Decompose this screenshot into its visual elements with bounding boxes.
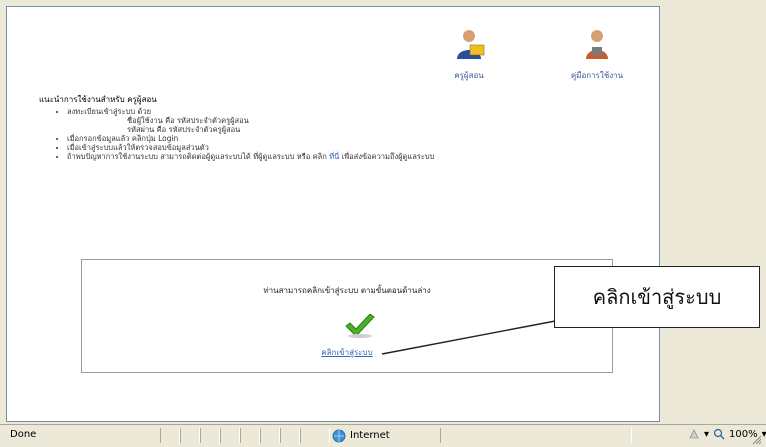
contact-link[interactable]: ที่นี่ xyxy=(329,152,339,161)
security-zone[interactable]: Internet xyxy=(332,428,390,443)
login-box: ท่านสามารถคลิกเข้าสู่ระบบ ตามขั้นตอนด้าน… xyxy=(81,259,613,373)
dropdown-arrow-icon: ▾ xyxy=(704,428,710,440)
content-panel: ครูผู้สอน คู่มือการใช้งาน แนะนำการใช้งาน… xyxy=(35,21,655,411)
login-message: ท่านสามารถคลิกเข้าสู่ระบบ ตามขั้นตอนด้าน… xyxy=(263,286,431,295)
status-cell xyxy=(300,428,330,443)
status-text: Done xyxy=(10,429,37,440)
manual-link-label: คู่มือการใช้งาน xyxy=(570,71,624,80)
protected-mode-icon xyxy=(689,429,699,439)
zoom-icon xyxy=(713,428,725,440)
login-link[interactable]: คลิกเข้าสู่ระบบ xyxy=(82,346,612,359)
teacher-link-label: ครูผู้สอน xyxy=(454,71,484,80)
instruction-list: ลงทะเบียนเข้าสู่ระบบ ด้วย ชื่อผู้ใช้งาน … xyxy=(49,107,627,161)
status-cell xyxy=(240,428,260,443)
page-heading: แนะนำการใช้งานสำหรับ ครูผู้สอน xyxy=(39,95,157,104)
list-item: ลงทะเบียนเข้าสู่ระบบ ด้วย ชื่อผู้ใช้งาน … xyxy=(67,107,627,134)
status-cell xyxy=(220,428,240,443)
manual-link[interactable]: คู่มือการใช้งาน xyxy=(537,27,657,82)
status-cell xyxy=(200,428,220,443)
callout-box: คลิกเข้าสู่ระบบ xyxy=(554,266,760,328)
zone-label: Internet xyxy=(350,430,390,441)
teacher-link[interactable]: ครูผู้สอน xyxy=(409,27,529,82)
checkmark-icon[interactable] xyxy=(344,314,376,338)
resize-grip-icon[interactable] xyxy=(752,435,762,445)
browser-window: ครูผู้สอน คู่มือการใช้งาน แนะนำการใช้งาน… xyxy=(0,0,766,447)
list-item: ถ้าพบปัญหาการใช้งานระบบ สามารถติดต่อผู้ด… xyxy=(67,152,627,161)
status-cell xyxy=(280,428,300,443)
status-bar: Done Internet ▾ 100% ▾ xyxy=(0,424,766,447)
status-cell xyxy=(160,428,180,443)
status-cell xyxy=(440,428,632,443)
globe-icon xyxy=(332,429,346,442)
teacher-avatar-icon xyxy=(457,30,485,59)
page-viewport: ครูผู้สอน คู่มือการใช้งาน แนะนำการใช้งาน… xyxy=(6,6,660,422)
zoom-dropdown-icon[interactable]: ▾ xyxy=(762,429,766,440)
list-item: เมื่อเข้าสู่ระบบแล้วให้ตรวจสอบข้อมูลส่วน… xyxy=(67,143,627,152)
user-manual-icon xyxy=(586,30,608,59)
status-cell xyxy=(180,428,200,443)
list-item: เมื่อกรอกข้อมูลแล้ว คลิกปุ่ม Login xyxy=(67,134,627,143)
status-cell xyxy=(260,428,280,443)
